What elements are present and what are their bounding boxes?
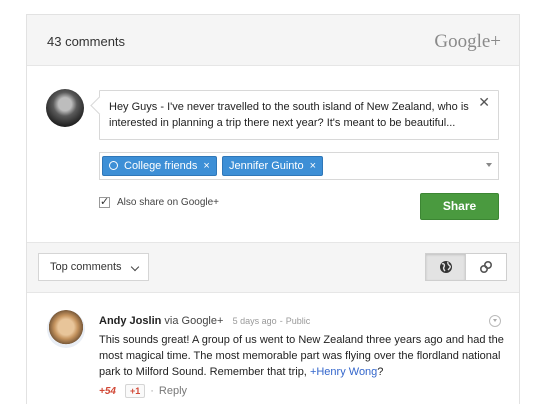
comments-header: 43 comments Google+ <box>27 15 519 66</box>
chip-label: Jennifer Guinto <box>229 160 304 172</box>
comment-actions: +54 +1 · Reply <box>99 384 187 398</box>
meta-separator: - <box>279 316 283 326</box>
chip-remove-icon[interactable]: × <box>203 160 209 172</box>
globe-icon <box>439 261 452 273</box>
comment-text-end: ? <box>377 366 384 378</box>
chip-college-friends[interactable]: College friends × <box>102 156 217 176</box>
dropdown-arrow-icon[interactable] <box>486 163 492 167</box>
avatar[interactable] <box>47 310 85 348</box>
chip-remove-icon[interactable]: × <box>310 160 316 172</box>
link-toggle[interactable] <box>466 254 506 280</box>
comment-text: This sounds great! A group of us went to… <box>99 334 504 378</box>
globe-toggle[interactable] <box>426 254 466 280</box>
comment-input[interactable]: Hey Guys - I've never travelled to the s… <box>99 90 499 140</box>
also-share-label: Also share on Google+ <box>117 197 220 208</box>
share-button[interactable]: Share <box>420 193 499 220</box>
comment-body: This sounds great! A group of us went to… <box>99 332 504 380</box>
circle-icon <box>109 161 118 170</box>
share-with-field[interactable]: College friends × Jennifer Guinto × <box>99 152 499 180</box>
comment-visibility: Public <box>285 316 311 326</box>
action-separator: · <box>150 385 154 397</box>
comment-menu-icon[interactable] <box>489 315 501 327</box>
mention-link[interactable]: +Henry Wong <box>310 366 377 378</box>
comments-widget: 43 comments Google+ Hey Guys - I've neve… <box>26 14 520 404</box>
chevron-down-icon <box>130 262 140 272</box>
comments-toolbar: Top comments <box>27 242 519 293</box>
sort-dropdown[interactable]: Top comments <box>38 253 149 281</box>
comment-composer: Hey Guys - I've never travelled to the s… <box>27 66 519 242</box>
close-icon[interactable]: ✕ <box>478 94 490 111</box>
comment-timestamp[interactable]: 5 days ago <box>233 316 277 326</box>
view-toggle <box>425 253 507 281</box>
link-icon <box>479 260 493 274</box>
also-share-option[interactable]: Also share on Google+ <box>99 195 220 208</box>
comment-item: Andy Joslin via Google+ 5 days ago - Pub… <box>27 294 519 404</box>
comment-author[interactable]: Andy Joslin <box>99 315 161 327</box>
comment-meta: Andy Joslin via Google+ 5 days ago - Pub… <box>99 315 310 327</box>
avatar[interactable] <box>46 89 84 127</box>
comment-input-text[interactable]: Hey Guys - I've never travelled to the s… <box>109 99 469 131</box>
google-plus-logo[interactable]: Google+ <box>434 31 501 53</box>
comment-count: 43 comments <box>47 34 126 49</box>
chip-jennifer-guinto[interactable]: Jennifer Guinto × <box>222 156 324 176</box>
plus-one-button[interactable]: +1 <box>124 384 146 398</box>
chip-label: College friends <box>124 160 198 172</box>
plus-count: +54 <box>99 385 116 397</box>
also-share-checkbox[interactable] <box>99 195 110 208</box>
reply-button[interactable]: Reply <box>159 385 187 397</box>
sort-label: Top comments <box>50 261 122 273</box>
comment-source: via Google+ <box>164 315 224 327</box>
